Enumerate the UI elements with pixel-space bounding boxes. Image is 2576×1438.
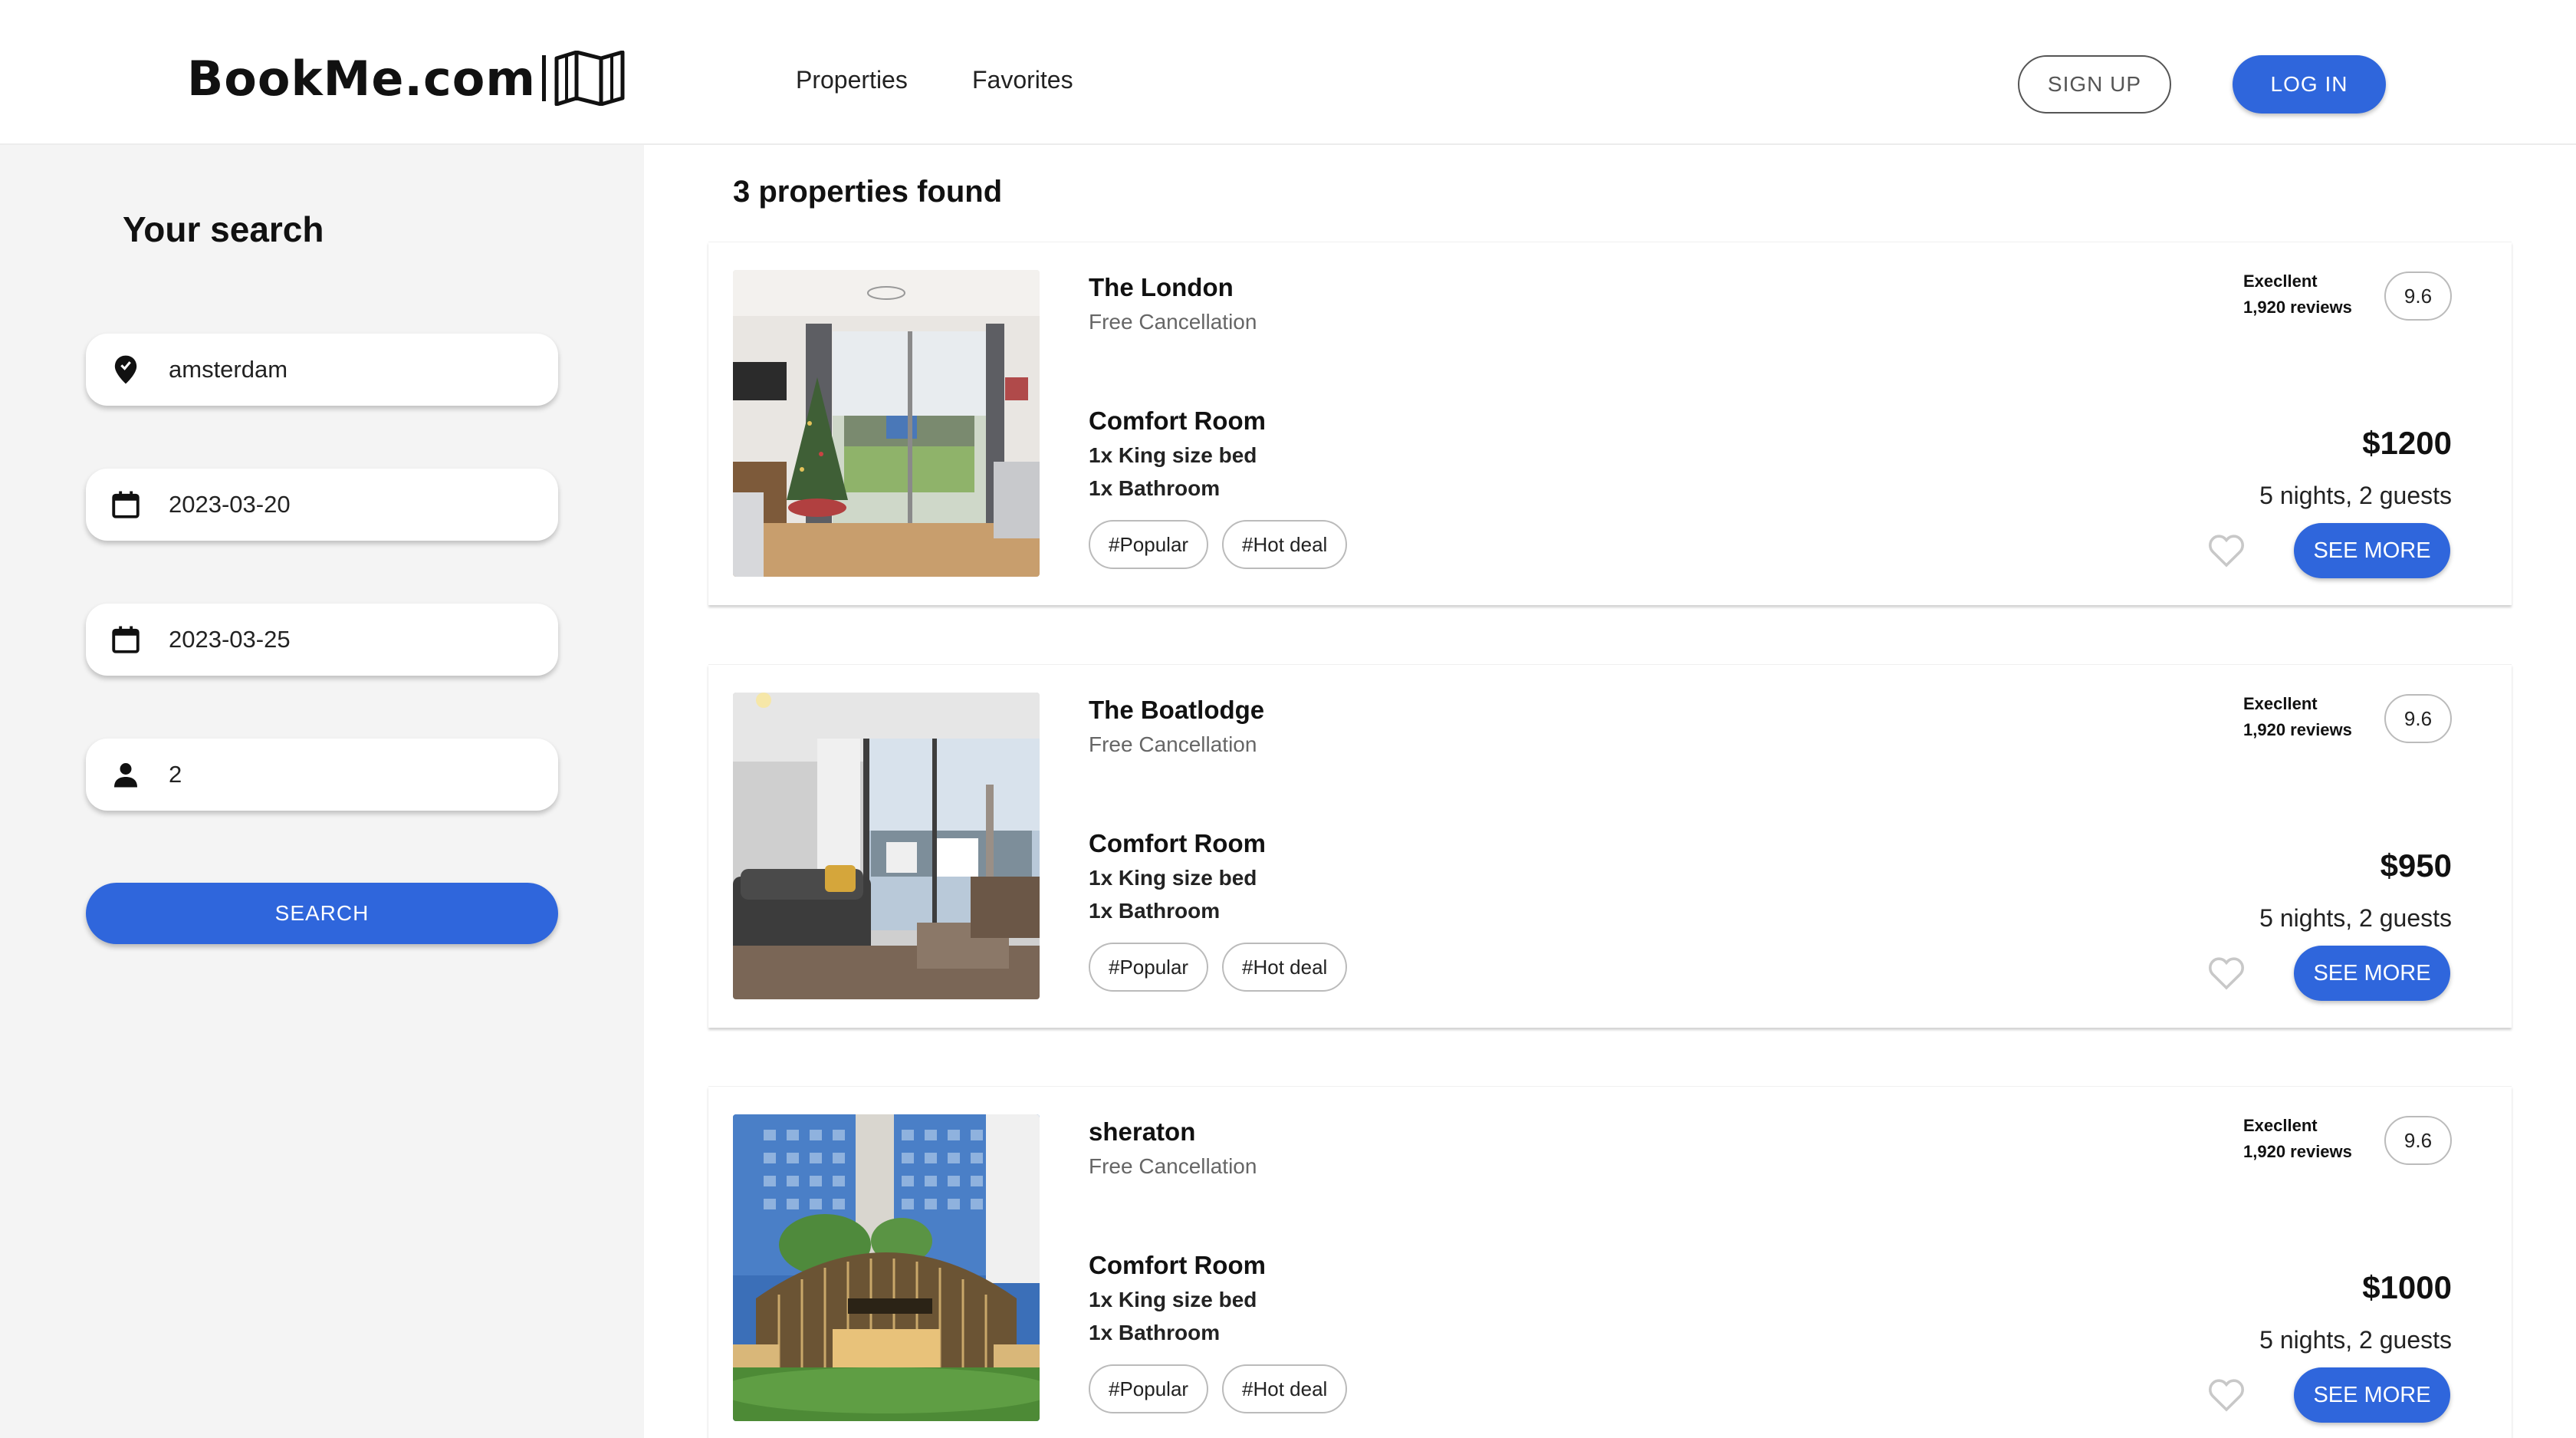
tag-chip[interactable]: #Hot deal xyxy=(1222,520,1348,569)
rating-score-badge: 9.6 xyxy=(2384,694,2452,743)
property-name[interactable]: The London xyxy=(1089,273,1234,302)
property-photo[interactable] xyxy=(733,693,1040,999)
price: $950 xyxy=(2380,847,2452,884)
cancellation-policy: Free Cancellation xyxy=(1089,732,1257,756)
rating-label: Execllent xyxy=(2243,694,2318,713)
review-count: 1,920 reviews xyxy=(2243,1142,2352,1161)
tag-chip[interactable]: #Hot deal xyxy=(1222,1364,1348,1413)
log-in-button[interactable]: LOG IN xyxy=(2233,55,2386,114)
property-card: The London Free Cancellation Comfort Roo… xyxy=(708,242,2512,605)
bathroom-info: 1x Bathroom xyxy=(1089,476,1221,500)
checkin-date-field[interactable]: 2023-03-20 xyxy=(86,469,558,541)
top-bar: BookMe.com Properties Favorites SIGN UP … xyxy=(0,0,2576,145)
tag-chip[interactable]: #Hot deal xyxy=(1222,943,1348,992)
brand-logo[interactable]: BookMe.com xyxy=(187,48,626,109)
brand-logo-text: BookMe.com xyxy=(187,50,536,107)
nav-favorites[interactable]: Favorites xyxy=(972,66,1073,94)
rating-score-badge: 9.6 xyxy=(2384,1116,2452,1165)
guests-field[interactable]: 2 xyxy=(86,739,558,811)
room-type: Comfort Room xyxy=(1089,829,1266,857)
review-count: 1,920 reviews xyxy=(2243,298,2352,317)
sidebar-title: Your search xyxy=(123,209,324,249)
stay-summary: 5 nights, 2 guests xyxy=(2259,1326,2452,1354)
favorite-heart-icon[interactable] xyxy=(2208,534,2245,568)
property-photo[interactable] xyxy=(733,270,1040,577)
rating-score-badge: 9.6 xyxy=(2384,271,2452,321)
checkout-date-value: 2023-03-25 xyxy=(169,626,291,653)
guests-value: 2 xyxy=(169,761,182,788)
map-icon xyxy=(554,51,625,106)
results-count: 3 properties found xyxy=(733,175,1003,209)
tag-chip[interactable]: #Popular xyxy=(1089,1364,1209,1413)
room-type: Comfort Room xyxy=(1089,406,1266,435)
nav-properties[interactable]: Properties xyxy=(796,66,908,94)
property-name[interactable]: sheraton xyxy=(1089,1117,1195,1147)
property-photo[interactable] xyxy=(733,1114,1040,1421)
bed-info: 1x King size bed xyxy=(1089,1288,1257,1311)
see-more-button[interactable]: SEE MORE xyxy=(2294,523,2450,578)
rating-label: Execllent xyxy=(2243,271,2318,291)
sign-up-button[interactable]: SIGN UP xyxy=(2018,55,2171,114)
stay-summary: 5 nights, 2 guests xyxy=(2259,904,2452,932)
calendar-icon xyxy=(107,621,144,658)
cancellation-policy: Free Cancellation xyxy=(1089,310,1257,334)
tag-chip[interactable]: #Popular xyxy=(1089,943,1209,992)
bathroom-info: 1x Bathroom xyxy=(1089,1321,1221,1344)
bed-info: 1x King size bed xyxy=(1089,866,1257,890)
favorite-heart-icon[interactable] xyxy=(2208,1378,2245,1412)
room-type: Comfort Room xyxy=(1089,1251,1266,1279)
price: $1200 xyxy=(2362,425,2452,461)
see-more-button[interactable]: SEE MORE xyxy=(2294,946,2450,1001)
tag-chip[interactable]: #Popular xyxy=(1089,520,1209,569)
review-count: 1,920 reviews xyxy=(2243,720,2352,739)
location-value: amsterdam xyxy=(169,356,288,383)
location-field[interactable]: amsterdam xyxy=(86,334,558,406)
logo-divider xyxy=(541,55,546,101)
checkout-date-field[interactable]: 2023-03-25 xyxy=(86,604,558,676)
property-card: The Boatlodge Free Cancellation Comfort … xyxy=(708,664,2512,1028)
stay-summary: 5 nights, 2 guests xyxy=(2259,482,2452,509)
checkin-date-value: 2023-03-20 xyxy=(169,491,291,518)
person-icon xyxy=(107,756,144,793)
cancellation-policy: Free Cancellation xyxy=(1089,1154,1257,1178)
bathroom-info: 1x Bathroom xyxy=(1089,899,1221,923)
search-button[interactable]: SEARCH xyxy=(86,883,558,944)
property-name[interactable]: The Boatlodge xyxy=(1089,696,1264,725)
rating-label: Execllent xyxy=(2243,1116,2318,1135)
bed-info: 1x King size bed xyxy=(1089,443,1257,467)
property-card: sheraton Free Cancellation Comfort Room … xyxy=(708,1086,2512,1438)
see-more-button[interactable]: SEE MORE xyxy=(2294,1367,2450,1423)
location-pin-icon xyxy=(107,351,144,388)
favorite-heart-icon[interactable] xyxy=(2208,956,2245,990)
calendar-icon xyxy=(107,486,144,523)
price: $1000 xyxy=(2362,1269,2452,1305)
